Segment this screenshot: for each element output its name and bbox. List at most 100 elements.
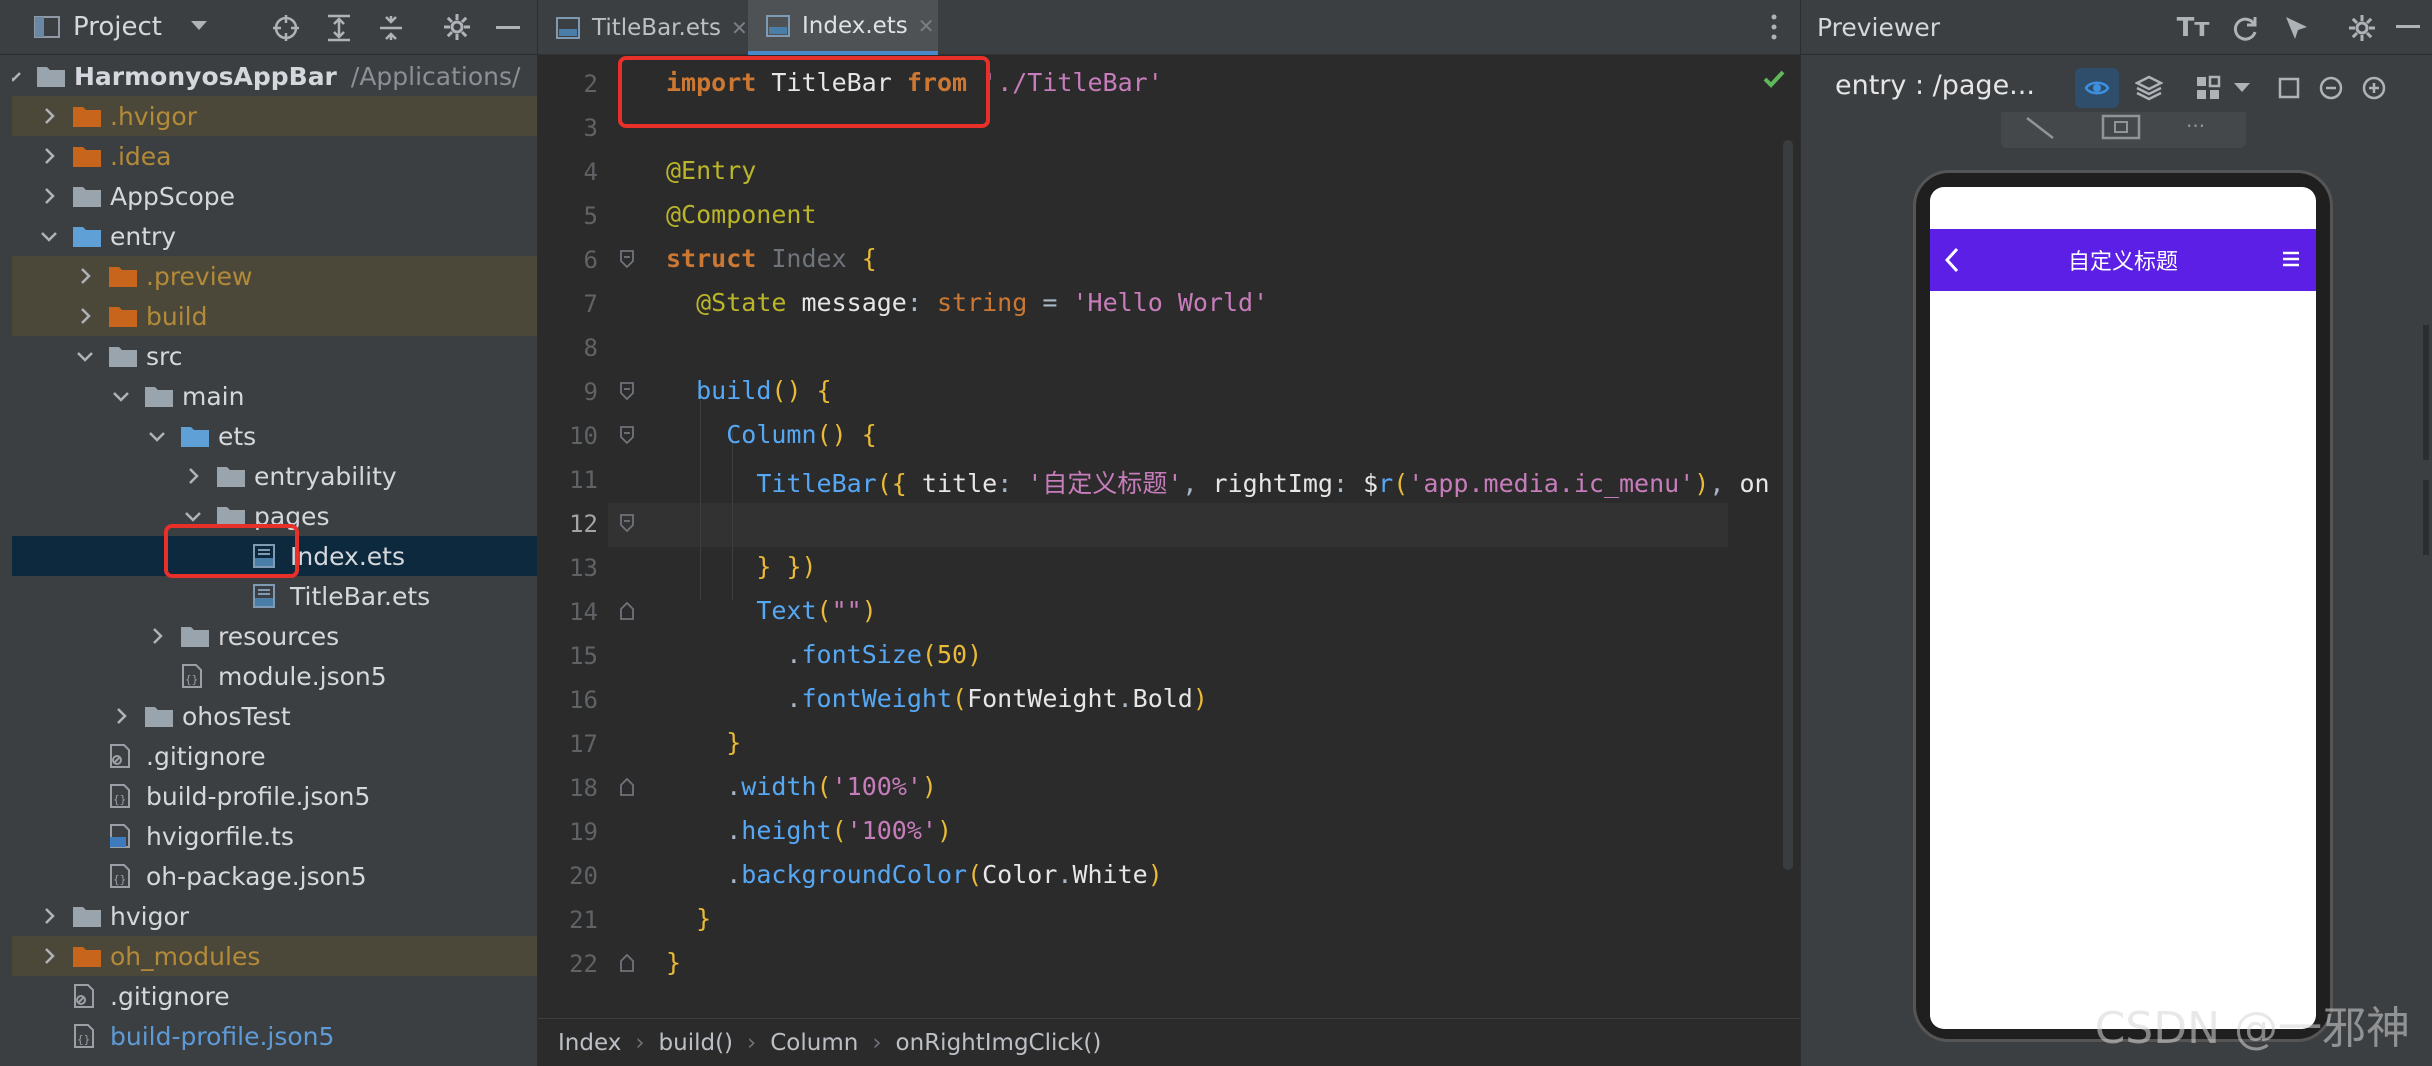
tree-item[interactable]: build — [12, 296, 537, 336]
tree-item[interactable]: resources — [12, 616, 537, 656]
chevron-right-icon[interactable] — [38, 145, 60, 167]
page-selector[interactable]: entry : /page... — [1835, 70, 2035, 101]
gear-icon[interactable] — [2346, 12, 2378, 44]
breadcrumb-item[interactable]: onRightImgClick() — [896, 1030, 1102, 1056]
code-line[interactable]: } — [666, 904, 711, 933]
code-line[interactable]: .width('100%') — [666, 772, 937, 801]
code-line[interactable]: } }) — [666, 552, 816, 581]
device-icon[interactable] — [2101, 114, 2141, 142]
code-line[interactable]: @State message: string = 'Hello World' — [666, 288, 1268, 317]
chevron-down-icon[interactable] — [2227, 68, 2257, 108]
tree-item[interactable]: .idea — [12, 136, 537, 176]
components-icon[interactable] — [2189, 68, 2227, 108]
scroll-track[interactable] — [2423, 480, 2429, 555]
chevron-right-icon[interactable] — [110, 705, 132, 727]
fit-screen-icon[interactable] — [2271, 68, 2307, 108]
chevron-right-icon[interactable] — [182, 465, 204, 487]
code-line[interactable]: Column() { — [666, 420, 877, 449]
fold-icon[interactable] — [620, 514, 634, 532]
chevron-down-icon[interactable] — [190, 20, 208, 32]
tree-item[interactable]: entry — [12, 216, 537, 256]
device-screen[interactable]: 自定义标题 — [1930, 187, 2316, 1029]
code-line[interactable]: build() { — [666, 376, 832, 405]
tree-item[interactable]: hvigorfile.ts — [12, 816, 537, 856]
project-panel-title[interactable]: Project — [73, 12, 162, 42]
chevron-right-icon[interactable] — [146, 625, 168, 647]
tree-item[interactable]: hvigor — [12, 896, 537, 936]
chevron-right-icon[interactable] — [38, 105, 60, 127]
fold-icon[interactable] — [620, 382, 634, 400]
tree-item[interactable]: ohosTest — [12, 696, 537, 736]
code-line[interactable]: } — [666, 728, 741, 757]
tree-item[interactable]: TitleBar.ets — [12, 576, 537, 616]
code-line[interactable]: .height('100%') — [666, 816, 952, 845]
tree-item[interactable]: {} oh-package.json5 — [12, 856, 537, 896]
expand-all-icon[interactable] — [326, 14, 352, 42]
tree-item[interactable]: .preview — [12, 256, 537, 296]
tree-item[interactable]: {} module.json5 — [12, 656, 537, 696]
tree-item[interactable]: .hvigor — [12, 96, 537, 136]
tree-item[interactable]: {} build-profile.json5 — [12, 1016, 537, 1056]
fold-icon[interactable] — [620, 778, 634, 796]
code-area[interactable]: 2 3 4 5 6 7 8 9 10 11 12 13 14 15 16 17 … — [538, 60, 1800, 1010]
locate-icon[interactable] — [272, 14, 300, 42]
rotate-icon[interactable] — [2023, 116, 2057, 140]
refresh-icon[interactable] — [2229, 12, 2261, 44]
inspector-icon[interactable] — [2281, 12, 2313, 44]
chevron-right-icon[interactable] — [38, 185, 60, 207]
close-icon[interactable]: ✕ — [918, 14, 935, 38]
fold-icon[interactable] — [620, 426, 634, 444]
tab-titlebar[interactable]: TitleBar.ets ✕ — [538, 0, 748, 55]
chevron-right-icon[interactable] — [74, 305, 96, 327]
breadcrumb-item[interactable]: Column — [770, 1030, 858, 1056]
breadcrumb-item[interactable]: Index — [558, 1030, 621, 1056]
more-options-icon[interactable]: ··· — [2186, 114, 2205, 138]
code-line[interactable]: Text("") — [666, 596, 876, 625]
chevron-right-icon[interactable] — [38, 905, 60, 927]
zoom-out-icon[interactable] — [2313, 68, 2349, 108]
fold-icon[interactable] — [620, 250, 634, 268]
chevron-down-icon[interactable] — [146, 425, 168, 447]
code-line[interactable]: TitleBar({ title: '自定义标题', rightImg: $r(… — [666, 464, 1769, 500]
code-line[interactable]: struct Index { — [666, 244, 877, 273]
scroll-track[interactable] — [2423, 325, 2429, 460]
more-options-icon[interactable] — [1771, 14, 1777, 40]
tree-item[interactable]: HarmonyosAppBar/Applications/ — [12, 56, 537, 96]
close-icon[interactable]: ✕ — [731, 16, 748, 40]
chevron-down-icon[interactable] — [38, 225, 60, 247]
tree-item[interactable]: oh_modules — [12, 936, 537, 976]
tree-item[interactable]: .gitignore — [12, 736, 537, 776]
code-line[interactable]: @Entry — [666, 156, 756, 185]
chevron-down-icon[interactable] — [12, 65, 24, 87]
code-line[interactable]: .fontSize(50) — [666, 640, 982, 669]
minimize-icon[interactable] — [496, 26, 520, 30]
tree-item[interactable]: src — [12, 336, 537, 376]
preview-mode-icon[interactable] — [2075, 68, 2119, 108]
chevron-right-icon[interactable] — [38, 945, 60, 967]
code-line[interactable]: } — [666, 948, 681, 977]
layers-icon[interactable] — [2127, 68, 2171, 108]
tree-item[interactable]: ets — [12, 416, 537, 456]
zoom-in-icon[interactable] — [2356, 68, 2392, 108]
collapse-all-icon[interactable] — [378, 14, 404, 42]
code-line[interactable]: .backgroundColor(Color.White) — [666, 860, 1163, 889]
tree-item[interactable]: {} build-profile.json5 — [12, 776, 537, 816]
breadcrumb-item[interactable]: build() — [659, 1030, 734, 1056]
tree-item[interactable]: AppScope — [12, 176, 537, 216]
minimize-icon[interactable] — [2396, 24, 2420, 30]
fold-icon[interactable] — [620, 954, 634, 972]
chevron-down-icon[interactable] — [110, 385, 132, 407]
code-line[interactable]: @Component — [666, 200, 817, 229]
back-arrow-icon[interactable] — [1944, 247, 1960, 273]
project-view-icon[interactable] — [34, 15, 60, 39]
gear-icon[interactable] — [443, 13, 471, 41]
tab-index[interactable]: Index.ets ✕ — [748, 0, 938, 55]
chevron-right-icon[interactable] — [74, 265, 96, 287]
fold-icon[interactable] — [620, 602, 634, 620]
font-size-icon[interactable]: Tт — [2176, 12, 2210, 44]
tree-item[interactable]: .gitignore — [12, 976, 537, 1016]
tree-item[interactable]: main — [12, 376, 537, 416]
chevron-down-icon[interactable] — [74, 345, 96, 367]
tree-item[interactable]: entryability — [12, 456, 537, 496]
code-line[interactable]: .fontWeight(FontWeight.Bold) — [666, 684, 1208, 713]
